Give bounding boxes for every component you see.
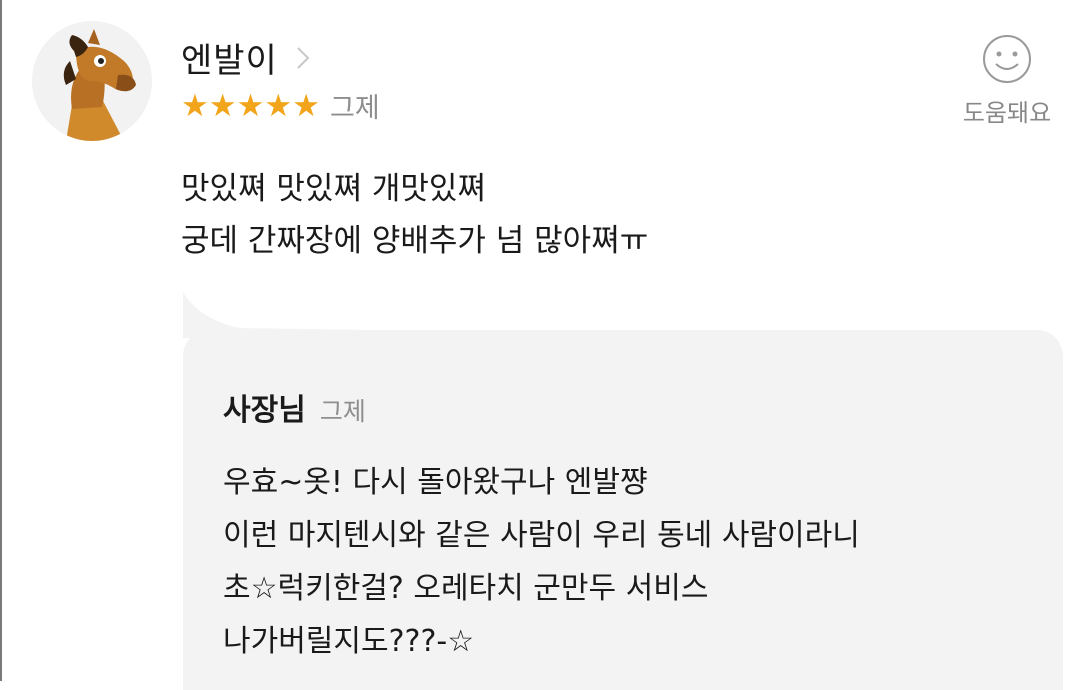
reply-author: 사장님: [223, 393, 306, 428]
smiley-icon: [983, 35, 1031, 83]
star-rating: ★ ★ ★ ★ ★: [181, 89, 320, 123]
star-icon: ★: [264, 87, 293, 124]
helpful-label: 도움돼요: [962, 99, 1052, 127]
chevron-right-icon: [296, 46, 312, 70]
horse-avatar-icon: [32, 21, 152, 141]
reply-line: 이런 마지텐시와 같은 사람이 우리 동네 사람이라니: [223, 518, 860, 553]
reply-line: 초☆럭키한걸? 오레타치 군만두 서비스: [223, 571, 709, 606]
reviewer-nickname-link[interactable]: 엔발이: [181, 33, 312, 82]
reviewer-nickname: 엔발이: [181, 41, 278, 81]
review-line: 맛있쪄 맛있쪄 개맛있쪄: [181, 171, 486, 207]
left-border: [0, 0, 2, 681]
review-body: 맛있쪄 맛있쪄 개맛있쪄 궁데 간짜장에 양배추가 넘 많아쪄ㅠ: [181, 163, 648, 267]
helpful-button[interactable]: 도움돼요: [948, 33, 1066, 128]
star-icon: ★: [236, 87, 265, 124]
rating-row: ★ ★ ★ ★ ★ 그제: [181, 86, 380, 125]
reply-bubble-tail: [183, 292, 390, 338]
review-date: 그제: [329, 93, 380, 124]
star-icon: ★: [292, 87, 320, 124]
reply-line: 나가버릴지도???-☆: [223, 624, 475, 659]
reply-date: 그제: [319, 397, 366, 426]
star-icon: ★: [181, 87, 209, 124]
user-avatar[interactable]: [32, 21, 152, 141]
star-icon: ★: [208, 87, 237, 124]
reply-header: 사장님 그제: [223, 385, 366, 429]
reply-line: 우효~옷! 다시 돌아왔구나 엔발쨩: [223, 465, 648, 500]
reply-body: 우효~옷! 다시 돌아왔구나 엔발쨩 이런 마지텐시와 같은 사람이 우리 동네…: [223, 456, 860, 668]
review-line: 궁데 간짜장에 양배추가 넘 많아쪄ㅠ: [181, 223, 649, 259]
